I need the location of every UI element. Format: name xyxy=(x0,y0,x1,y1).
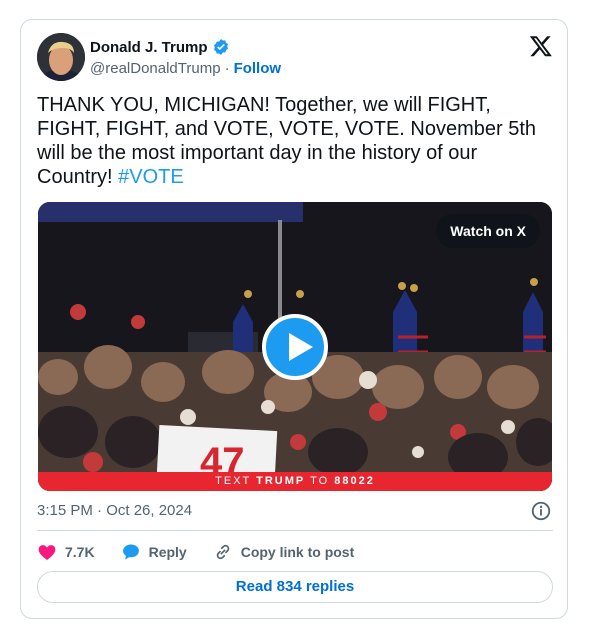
author-handle[interactable]: @realDonaldTrump xyxy=(90,60,221,77)
banner-number: 88022 xyxy=(334,475,375,487)
reply-bubble-icon xyxy=(122,544,139,560)
author-name-row[interactable]: Donald J. Trump xyxy=(90,38,230,56)
hashtag-link[interactable]: #VOTE xyxy=(118,166,184,188)
reply-button[interactable]: Reply xyxy=(121,542,187,562)
separator-dot: · xyxy=(224,60,230,77)
post-timestamp[interactable]: 3:15 PM · Oct 26, 2024 xyxy=(37,502,192,519)
action-bar: 7.7K Reply Copy link to post xyxy=(37,542,380,562)
avatar[interactable] xyxy=(37,33,85,81)
copy-link-label: Copy link to post xyxy=(240,544,355,560)
x-logo-icon[interactable] xyxy=(529,34,553,58)
watch-on-x-button[interactable]: Watch on X xyxy=(436,214,540,248)
divider xyxy=(37,530,553,531)
author-handle-row: @realDonaldTrump · Follow xyxy=(90,60,281,77)
play-icon[interactable] xyxy=(262,314,328,380)
banner-middle: TO xyxy=(305,475,335,487)
post-body: THANK YOU, MICHIGAN! Together, we will F… xyxy=(37,94,537,188)
embedded-post-card: Donald J. Trump @realDonaldTrump · Follo… xyxy=(20,19,568,619)
banner-prefix: TEXT xyxy=(215,475,257,487)
like-count: 7.7K xyxy=(65,544,95,560)
post-text: THANK YOU, MICHIGAN! Together, we will F… xyxy=(37,93,553,189)
link-icon xyxy=(216,544,229,560)
heart-icon xyxy=(38,545,56,560)
video-player[interactable]: 47 Watch on X TEXT TRUMP TO 88022 xyxy=(38,202,552,491)
author-name[interactable]: Donald J. Trump xyxy=(90,39,208,56)
like-button[interactable]: 7.7K xyxy=(37,542,95,562)
verified-badge-icon xyxy=(212,38,230,56)
info-icon[interactable] xyxy=(530,500,552,522)
banner-keyword: TRUMP xyxy=(256,475,306,487)
follow-button[interactable]: Follow xyxy=(234,60,282,77)
read-replies-button[interactable]: Read 834 replies xyxy=(37,571,553,603)
copy-link-button[interactable]: Copy link to post xyxy=(213,542,355,562)
video-banner: TEXT TRUMP TO 88022 xyxy=(38,472,552,491)
reply-label: Reply xyxy=(148,544,187,560)
